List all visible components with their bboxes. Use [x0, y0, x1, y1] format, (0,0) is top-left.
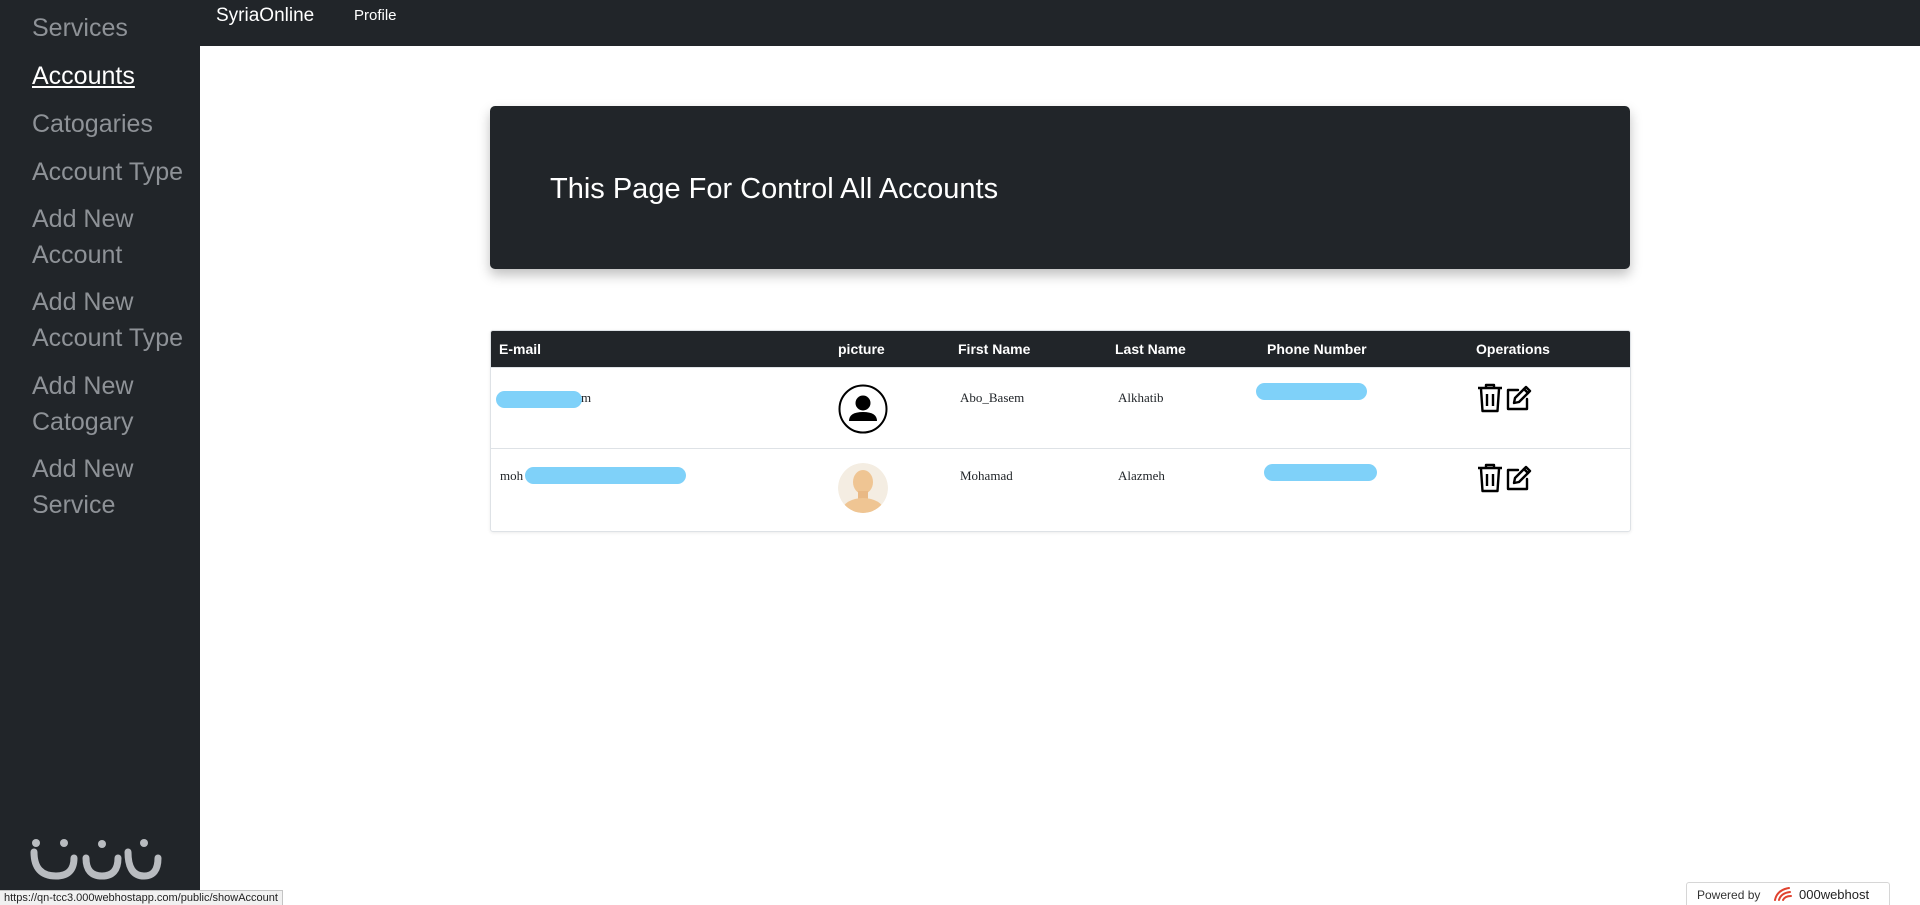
sidebar-item-account-type[interactable]: Account Type [32, 154, 197, 190]
face-photo [838, 463, 888, 513]
last-name-cell: Alazmeh [1118, 468, 1165, 483]
table-row: m Abo_Basem Alkhatib [491, 367, 1630, 449]
redacted-email [525, 467, 686, 484]
navbar-brand[interactable]: SyriaOnline [216, 5, 314, 27]
redacted-email [496, 391, 582, 408]
redacted-phone [1256, 383, 1367, 400]
sidebar-item-add-new-catogary[interactable]: Add New Catogary [32, 368, 197, 440]
trash-icon[interactable] [1476, 463, 1504, 493]
first-name-cell: Mohamad [960, 468, 1013, 483]
sidebar-item-add-new-account[interactable]: Add New Account [32, 201, 197, 273]
sidebar-item-accounts[interactable]: Accounts [32, 58, 197, 94]
accounts-table: E-mail picture First Name Last Name Phon… [490, 330, 1631, 532]
table-row: moh Mohamad Alazmeh [491, 448, 1630, 530]
last-name-cell: Alkhatib [1118, 390, 1164, 405]
powered-by-badge[interactable]: Powered by 000webhost [1686, 882, 1890, 905]
site-logo-icon [30, 839, 162, 880]
sidebar-item-add-new-service[interactable]: Add New Service [32, 451, 197, 523]
column-header-phone-number: Phone Number [1267, 341, 1367, 357]
email-cell: moh [500, 468, 524, 483]
webhost-logo-icon [1774, 887, 1792, 901]
trash-icon[interactable] [1476, 383, 1504, 413]
edit-icon[interactable] [1504, 463, 1532, 493]
status-bar-url: https://qn-tcc3.000webhostapp.com/public… [0, 890, 283, 905]
redacted-phone [1264, 464, 1377, 481]
powered-by-label: Powered by [1697, 888, 1761, 902]
sidebar-item-catogaries[interactable]: Catogaries [32, 106, 197, 142]
hero-card: This Page For Control All Accounts [490, 106, 1630, 269]
nav-link-profile[interactable]: Profile [354, 7, 397, 25]
person-icon [838, 384, 888, 434]
email-cell: m [581, 390, 592, 405]
hero-title: This Page For Control All Accounts [550, 173, 999, 205]
sidebar: Services Accounts Catogaries Account Typ… [0, 0, 200, 904]
first-name-cell: Abo_Basem [960, 390, 1025, 405]
powered-by-brand: 000webhost [1799, 887, 1870, 902]
column-header-first-name: First Name [958, 341, 1031, 357]
table-header: E-mail picture First Name Last Name Phon… [491, 331, 1630, 367]
top-navbar: SyriaOnline Profile [200, 0, 1920, 46]
column-header-picture: picture [838, 341, 885, 357]
column-header-email: E-mail [499, 341, 542, 357]
sidebar-item-add-new-account-type[interactable]: Add New Account Type [32, 284, 197, 356]
sidebar-item-services[interactable]: Services [32, 10, 197, 46]
edit-icon[interactable] [1504, 383, 1532, 413]
column-header-operations: Operations [1476, 341, 1550, 357]
column-header-last-name: Last Name [1115, 341, 1186, 357]
